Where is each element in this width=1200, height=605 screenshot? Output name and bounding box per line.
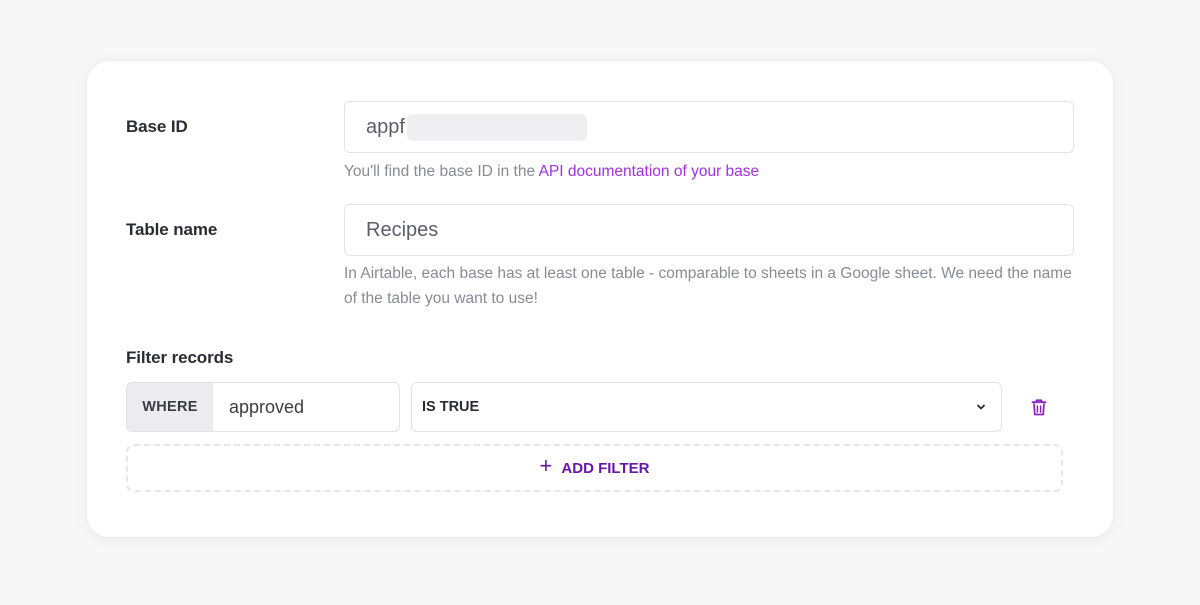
table-name-input[interactable]: Recipes: [344, 204, 1074, 256]
where-tag: WHERE: [127, 383, 213, 431]
base-id-hint-text: You'll find the base ID in the: [344, 163, 539, 180]
filter-field-group: WHERE approved: [126, 382, 400, 432]
table-name-value: Recipes: [366, 218, 439, 241]
base-id-label: Base ID: [126, 117, 188, 136]
filter-field-input[interactable]: approved: [213, 383, 399, 431]
filter-condition-select[interactable]: IS TRUE: [411, 382, 1002, 432]
filter-row: WHERE approved IS TRUE: [126, 382, 1056, 432]
base-id-hint: You'll find the base ID in the API docum…: [344, 159, 1079, 184]
trash-icon[interactable]: [1031, 399, 1047, 416]
filter-records-label: Filter records: [126, 348, 234, 367]
chevron-down-icon: [977, 404, 985, 410]
table-name-hint: In Airtable, each base has at least one …: [344, 265, 1072, 307]
base-id-input[interactable]: appf: [344, 101, 1074, 153]
add-filter-button[interactable]: + ADD FILTER: [126, 444, 1063, 492]
redacted-base-id: [406, 113, 587, 141]
api-documentation-link[interactable]: API documentation of your base: [539, 163, 760, 180]
plus-icon: +: [539, 453, 553, 478]
add-filter-label: ADD FILTER: [561, 459, 650, 477]
settings-card: Base ID appf You'll find the base ID in …: [87, 61, 1113, 537]
filter-condition-value: IS TRUE: [422, 399, 480, 415]
table-name-label: Table name: [126, 220, 218, 239]
base-id-value: appf: [366, 115, 405, 138]
